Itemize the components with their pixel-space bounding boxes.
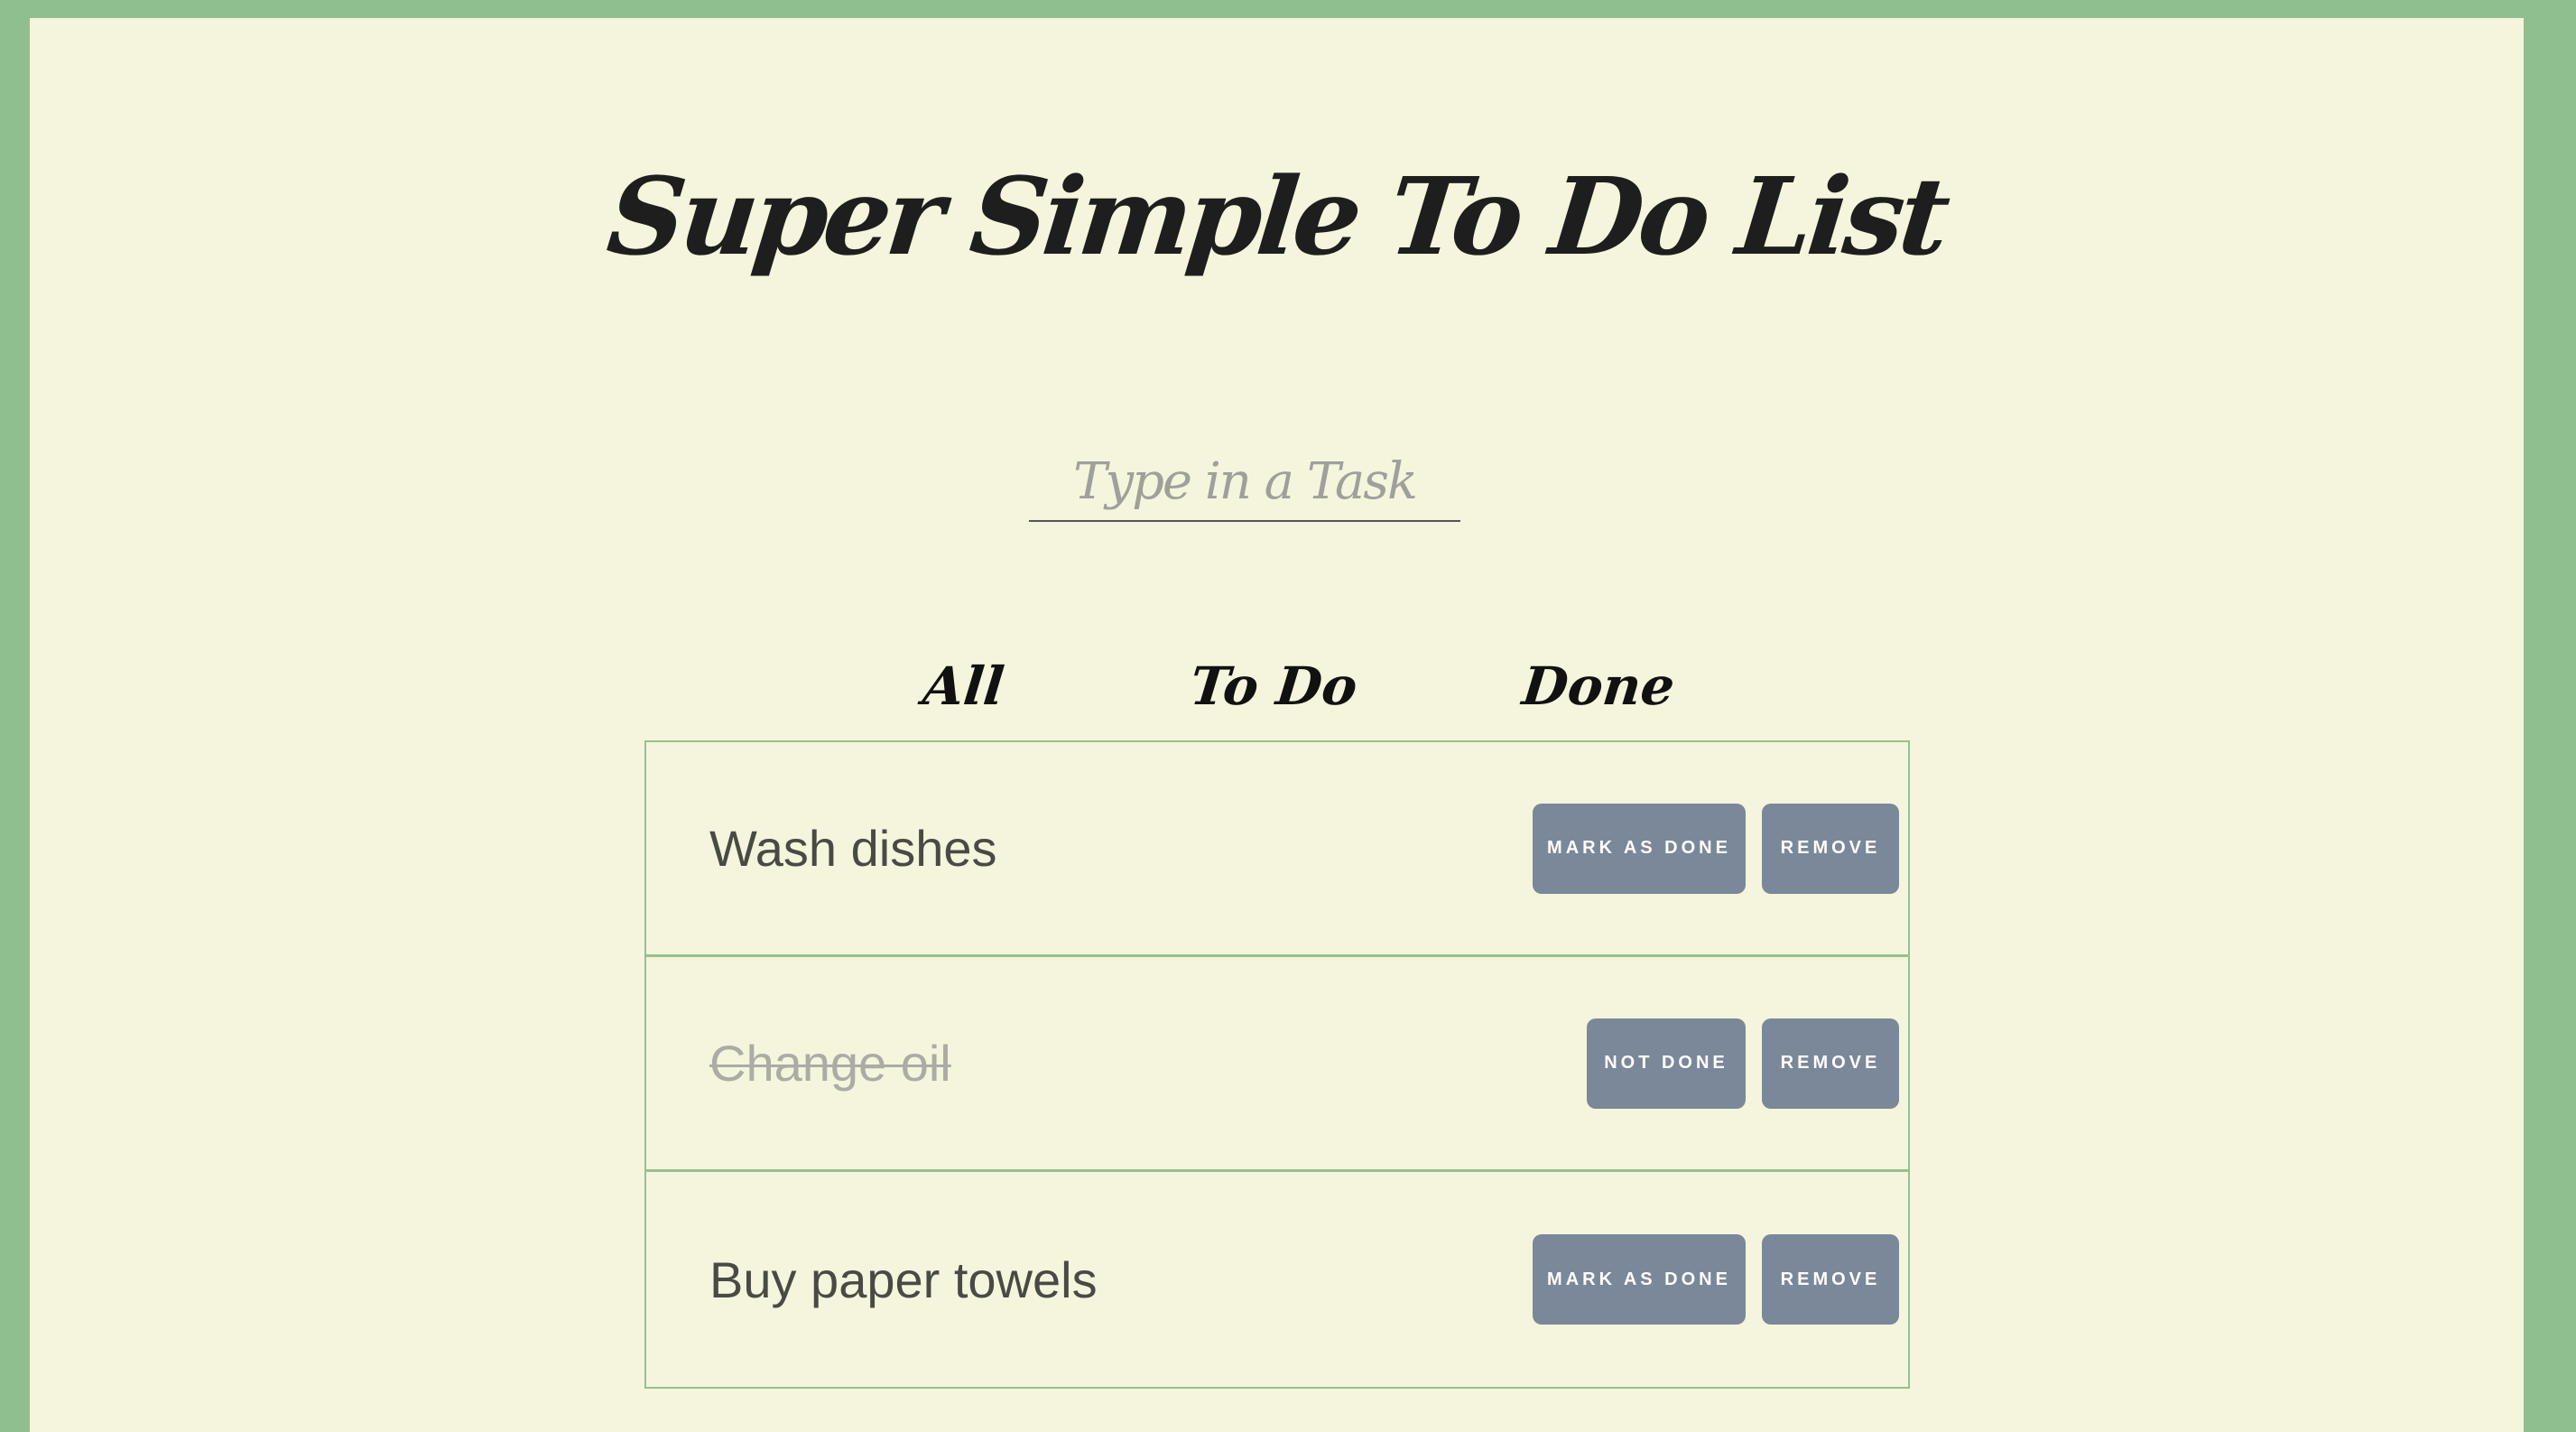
task-list: Wash dishes MARK AS DONE REMOVE Change o… [644,740,1910,1389]
task-actions: MARK AS DONE REMOVE [1533,742,1899,954]
app-container: Super Simple To Do List All To Do Done W… [30,18,2524,1432]
task-actions: NOT DONE REMOVE [1587,957,1899,1169]
task-input[interactable] [1029,442,1460,522]
task-text: Change oil [709,1035,951,1092]
task-item: Change oil NOT DONE REMOVE [646,957,1908,1172]
page-title: Super Simple To Do List [602,153,1951,279]
task-item: Wash dishes MARK AS DONE REMOVE [646,742,1908,957]
task-text: Buy paper towels [709,1251,1098,1308]
task-text: Wash dishes [709,820,997,877]
remove-button[interactable]: REMOVE [1762,1234,1899,1325]
remove-button[interactable]: REMOVE [1762,1018,1899,1109]
not-done-button[interactable]: NOT DONE [1587,1018,1746,1109]
mark-as-done-button[interactable]: MARK AS DONE [1533,1234,1746,1325]
filter-todo[interactable]: To Do [1187,650,1361,722]
mark-as-done-button[interactable]: MARK AS DONE [1533,803,1746,894]
task-actions: MARK AS DONE REMOVE [1533,1172,1899,1387]
filter-all[interactable]: All [920,650,1007,722]
remove-button[interactable]: REMOVE [1762,803,1899,894]
filter-done[interactable]: Done [1519,650,1678,722]
task-item: Buy paper towels MARK AS DONE REMOVE [646,1172,1908,1387]
